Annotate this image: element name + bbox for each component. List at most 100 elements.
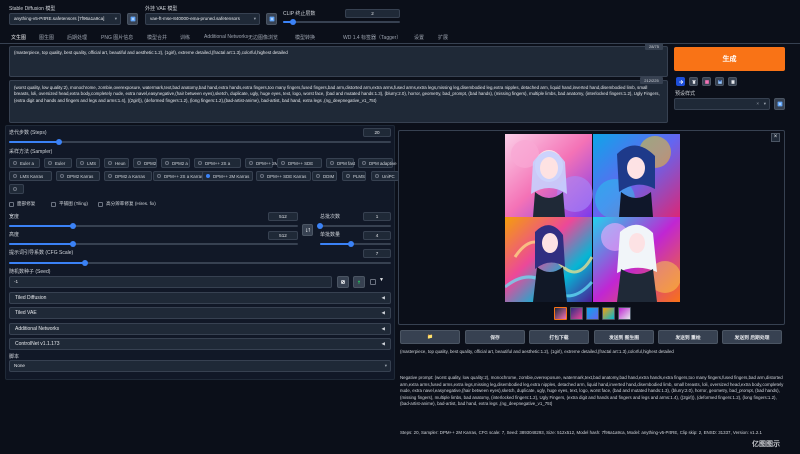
thumbnail[interactable] xyxy=(554,307,567,320)
face-restore-checkbox[interactable]: 面部修复 xyxy=(9,201,35,207)
action-button-1[interactable]: 保存 xyxy=(465,330,525,344)
sampler-option[interactable]: DPM adaptive xyxy=(358,158,397,168)
sampler-option[interactable]: LMS xyxy=(76,158,100,168)
sampler-option[interactable]: LMS Karras xyxy=(9,171,52,181)
radio-dot xyxy=(362,161,366,165)
accordion-title: Tiled Diffusion xyxy=(15,295,47,301)
sampler-option[interactable]: DPM++ SDE Karras xyxy=(256,171,311,181)
refresh-model-button[interactable] xyxy=(127,13,138,25)
tab-10[interactable]: 设置 xyxy=(414,34,424,41)
negative-prompt-input[interactable]: (worst quality, low quality:2), monochro… xyxy=(9,80,668,123)
radio-dot xyxy=(249,161,253,165)
random-seed-button[interactable] xyxy=(337,276,349,288)
sampler-option[interactable]: DPM2 a Karras xyxy=(104,171,152,181)
thumbnail[interactable] xyxy=(618,307,631,320)
extra-seed-checkbox[interactable] xyxy=(370,279,376,285)
sampler-option[interactable]: Heun xyxy=(104,158,129,168)
accordion-item[interactable]: Tiled VAE ◀ xyxy=(9,307,391,319)
model-select-value: anything-v5-PrtRE.safetensors [7f96a1a9c… xyxy=(14,16,105,21)
sampler-option[interactable]: DPM fast xyxy=(326,158,356,168)
clip-slider[interactable] xyxy=(283,19,400,25)
thumbnail[interactable] xyxy=(602,307,615,320)
trash-button[interactable] xyxy=(689,77,698,86)
width-slider[interactable] xyxy=(9,223,298,229)
action-button-5[interactable]: 发送到 后期处理 xyxy=(722,330,782,344)
sampler-option-label: DPM fast xyxy=(337,160,356,166)
save-style-button[interactable] xyxy=(715,77,724,86)
sampler-option[interactable]: UniPC xyxy=(371,171,399,181)
tab-0[interactable]: 文生图 xyxy=(11,34,26,41)
clipboard-button[interactable] xyxy=(728,77,737,86)
tab-4[interactable]: 模型合并 xyxy=(147,34,167,41)
output-params: Steps: 20, Sampler: DPM++ 2M Karras, CFG… xyxy=(400,430,762,435)
tab-8[interactable]: 模型转换 xyxy=(295,34,315,41)
sampler-option[interactable]: DPM++ 2M Karras xyxy=(202,171,253,181)
tab-11[interactable]: 扩展 xyxy=(438,34,448,41)
sampler-option[interactable]: DPM++ 2M xyxy=(245,158,278,168)
gallery-grid[interactable] xyxy=(505,134,680,217)
save-icon xyxy=(717,79,722,84)
read-params-button[interactable] xyxy=(676,77,685,86)
cfg-input[interactable]: 7 xyxy=(363,249,391,258)
positive-token-counter: 28/75 xyxy=(645,43,663,50)
batch-size-slider[interactable] xyxy=(320,241,391,247)
apply-style-button[interactable] xyxy=(774,98,785,110)
extra-networks-button[interactable] xyxy=(702,77,711,86)
checkbox-box xyxy=(9,201,14,207)
tab-5[interactable]: 训练 xyxy=(180,34,190,41)
action-button-2[interactable]: 打包下载 xyxy=(529,330,589,344)
accordion-item[interactable]: ControlNet v1.1.173 ◀ xyxy=(9,338,391,350)
hires-fix-checkbox[interactable]: 高分辨率修复 (Hires. fix) xyxy=(98,201,156,207)
sampler-option[interactable]: DPM++ 2S a xyxy=(194,158,241,168)
positive-prompt-input[interactable]: (masterpiece, top quality, best quality,… xyxy=(9,46,668,77)
sampler-option[interactable]: Euler xyxy=(44,158,72,168)
accordion-item[interactable]: Tiled Diffusion ◀ xyxy=(9,292,391,304)
action-button-4[interactable]: 发送到 重绘 xyxy=(658,330,718,344)
tab-2[interactable]: 后期处理 xyxy=(67,34,87,41)
style-select[interactable]: × ▾ xyxy=(674,98,770,110)
sampler-option[interactable]: PLMS xyxy=(342,171,366,181)
sampler-option[interactable]: DPM2 Karras xyxy=(56,171,100,181)
sampler-option[interactable]: DPM++ SDE xyxy=(277,158,322,168)
accordion-item[interactable]: Additional Networks ◀ xyxy=(9,323,391,335)
steps-slider[interactable] xyxy=(9,139,391,145)
gallery-grid-bottom[interactable] xyxy=(505,217,680,302)
chevron-down-icon: ▾ xyxy=(763,101,766,106)
hires-fix-label: 高分辨率修复 (Hires. fix) xyxy=(106,201,156,206)
tab-9[interactable]: WD 1.4 标签器（Tagger） xyxy=(343,34,401,41)
thumbnail[interactable] xyxy=(570,307,583,320)
vae-select[interactable]: vae-ft-mse-840000-ema-pruned.safetensors… xyxy=(145,13,260,25)
seed-input[interactable]: -1 xyxy=(9,276,332,288)
tiling-checkbox[interactable]: 平铺图 (Tiling) xyxy=(51,201,88,207)
batch-count-slider[interactable] xyxy=(317,223,391,229)
clip-value-input[interactable]: 2 xyxy=(345,9,400,18)
close-icon[interactable]: × xyxy=(771,133,780,142)
steps-input[interactable]: 20 xyxy=(363,128,391,137)
sampler-option[interactable] xyxy=(9,184,24,194)
sampler-option[interactable]: DPM++ 2S a Karras xyxy=(153,171,206,181)
generate-button[interactable]: 生成 xyxy=(674,47,785,71)
action-button-3[interactable]: 发送到 图生图 xyxy=(594,330,654,344)
open-folder-button[interactable]: 📁 xyxy=(400,330,460,344)
width-input[interactable]: 512 xyxy=(268,212,298,221)
batch-size-input[interactable]: 4 xyxy=(363,231,391,240)
swap-dimensions-button[interactable] xyxy=(302,224,313,236)
tab-6[interactable]: Additional Networks xyxy=(204,34,248,40)
sampler-option[interactable]: Euler a xyxy=(9,158,40,168)
height-input[interactable]: 512 xyxy=(268,231,298,240)
refresh-vae-button[interactable] xyxy=(266,13,277,25)
tab-1[interactable]: 图生图 xyxy=(39,34,54,41)
sampler-option[interactable]: DPM2 xyxy=(133,158,157,168)
height-slider[interactable] xyxy=(9,241,298,247)
model-select[interactable]: anything-v5-PrtRE.safetensors [7f96a1a9c… xyxy=(9,13,121,25)
sampler-option[interactable]: DPM2 a xyxy=(161,158,190,168)
reuse-seed-button[interactable] xyxy=(353,276,365,288)
cfg-slider[interactable] xyxy=(9,260,391,266)
thumbnail[interactable] xyxy=(586,307,599,320)
sampler-option[interactable]: DDIM xyxy=(312,171,337,181)
tab-7[interactable]: 无边图像浏览 xyxy=(248,34,278,41)
batch-count-input[interactable]: 1 xyxy=(363,212,391,221)
tab-3[interactable]: PNG 图片信息 xyxy=(101,34,133,41)
script-select[interactable]: None ▾ xyxy=(9,360,391,372)
extra-seed-toggle-icon[interactable]: ▼ xyxy=(379,277,384,283)
